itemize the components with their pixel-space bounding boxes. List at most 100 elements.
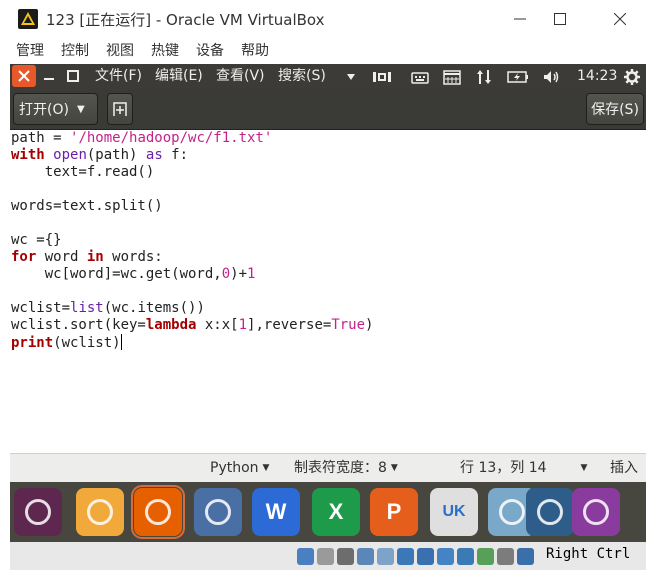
gedit-minimize-button[interactable] [39,67,59,85]
presentation-icon: P [386,499,402,524]
dock-item-wps-presentation[interactable]: P [370,488,418,536]
menu-manage[interactable]: 管理 [0,38,51,64]
new-tab-button[interactable] [107,93,133,125]
code-token: wclist.sort(key= [11,317,146,333]
code-token: print [11,335,54,351]
gedit-menu-file[interactable]: 文件(F) [95,64,142,89]
dock-item-ubuntu-dash[interactable] [14,488,62,536]
code-token: (wc.items()) [103,300,205,316]
clock[interactable]: 14:23 [577,64,617,89]
keyboard-indicator[interactable] [409,67,431,86]
code-token: 1 [238,317,248,333]
mouse-integration-icon[interactable] [517,548,534,565]
cursor-position-selector[interactable]: 行 13，列 14 ▼ [460,454,587,482]
code-token: text=f.read() [11,164,155,180]
update-icon [499,499,525,525]
guest-additions-icon[interactable] [477,548,494,565]
sound-indicator[interactable] [541,67,563,86]
maximize-button[interactable] [540,6,580,32]
dock-item-gedit[interactable] [572,488,620,536]
virtualbox-app-icon [18,9,38,29]
code-editor[interactable]: path = '/home/hadoop/wc/f1.txt' with open… [10,130,646,453]
network-arrows-icon [477,69,491,84]
floppy-icon[interactable] [317,548,334,565]
calendar-indicator[interactable] [441,67,463,86]
code-line: with open(path) as f: [10,147,646,164]
code-token: word [36,249,87,265]
code-token: for [11,249,37,265]
display-icon[interactable] [417,548,434,565]
tab-width-selector[interactable]: 制表符宽度：8 ▼ [294,454,398,482]
cursor-position-label: 行 13，列 14 [460,460,547,476]
optical-drive-icon[interactable] [297,548,314,565]
keyboard-layout-indicator[interactable] [371,67,393,86]
capture-icon[interactable] [497,548,514,565]
chevron-down-icon [347,73,355,80]
close-icon [614,13,626,25]
chromium-icon [205,499,231,525]
dock-item-wps-writer[interactable]: W [252,488,300,536]
spreadsheet-icon: X [328,499,344,524]
dock-item-chromium[interactable] [194,488,242,536]
menu-help[interactable]: 帮助 [231,38,276,64]
code-token: open [53,147,87,163]
minimize-icon [514,18,526,20]
menu-control[interactable]: 控制 [51,38,96,64]
firefox-icon [145,499,171,525]
drag-drop-icon[interactable] [457,548,474,565]
overflow-indicator[interactable] [340,67,362,86]
code-token: path = [11,130,71,146]
dock-item-files[interactable] [76,488,124,536]
save-button[interactable]: 保存(S) [586,93,644,125]
gedit-menu-view[interactable]: 查看(V) [216,64,265,89]
code-line: words=text.split() [10,198,646,215]
minimize-icon [44,78,54,80]
code-token: (wclist) [53,335,121,351]
gedit-restore-button[interactable] [63,67,83,85]
maximize-icon [554,13,566,25]
dock-item-terminal[interactable] [526,488,574,536]
gedit-menu-edit[interactable]: 编辑(E) [155,64,203,89]
window-icon[interactable] [437,548,454,565]
menu-view[interactable]: 视图 [96,38,141,64]
gedit-close-button[interactable] [12,65,36,87]
pencil-icon[interactable] [377,548,394,565]
battery-indicator[interactable] [507,67,529,86]
gedit-menu-search[interactable]: 搜索(S) [278,64,326,89]
close-button[interactable] [600,6,640,32]
volume-icon [544,70,559,83]
folder-icon[interactable] [397,548,414,565]
text-cursor [120,334,122,350]
code-line: text=f.read() [10,164,646,181]
code-line: print(wclist) [10,334,646,351]
restore-icon [67,70,79,82]
usb-icon[interactable] [337,548,354,565]
host-key-label: Right Ctrl [546,546,631,562]
network-indicator[interactable] [473,67,495,86]
session-menu[interactable] [621,67,643,86]
writer-icon: W [265,499,287,524]
dock-item-firefox[interactable] [131,485,185,539]
ubuntu-top-panel: 文件(F) 编辑(E) 查看(V) 搜索(S) 14:23 [10,64,646,89]
menu-devices[interactable]: 设备 [186,38,231,64]
dock-item-wps-spreadsheets[interactable]: X [312,488,360,536]
code-line: wclist=list(wc.items()) [10,300,646,317]
minimize-button[interactable] [500,6,540,32]
chevron-down-icon: ▼ [390,463,398,473]
new-document-icon [113,102,127,116]
code-token: words=text.split() [11,198,163,214]
dock-item-software-center[interactable]: UK [430,488,478,536]
chevron-down-icon: ▼ [580,463,588,473]
code-token: words: [103,249,163,265]
open-button[interactable]: 打开(O) ▼ [13,93,98,125]
insert-mode-indicator[interactable]: 插入 [610,454,638,482]
open-button-label: 打开(O) [19,102,69,118]
menu-hotkey[interactable]: 热键 [141,38,186,64]
chevron-down-icon: ▼ [262,463,270,473]
code-token: 1 [247,266,256,282]
host-title-bar: 123 [正在运行] - Oracle VM VirtualBox [0,0,658,38]
shared-network-icon[interactable] [357,548,374,565]
language-selector[interactable]: Python ▼ [210,454,269,482]
